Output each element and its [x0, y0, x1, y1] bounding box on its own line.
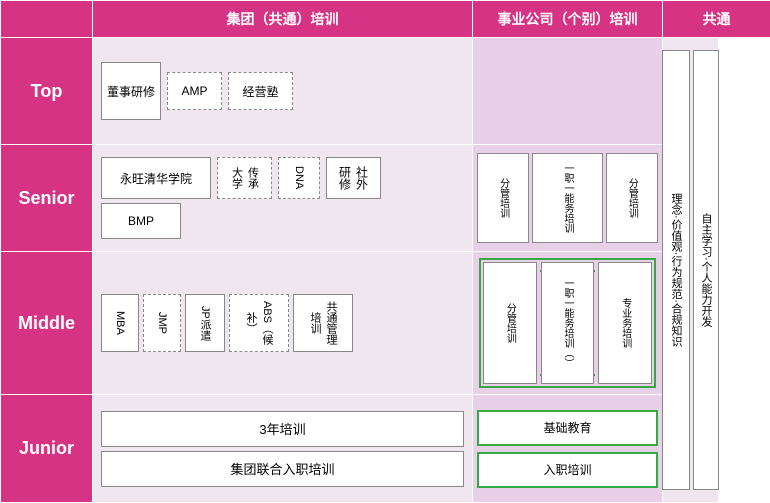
header-group-training: 集团（共通）培训 [93, 1, 473, 38]
header-label-col [1, 1, 93, 38]
top-row: Top 董事研修 AMP 经营塾 理念· [1, 38, 770, 145]
middle-biz-label-2: 一职一能务培训（） [541, 262, 595, 384]
middle-boxes: MBA JMP JP派遣 A [101, 294, 464, 352]
middle-box-jmp: JMP [143, 294, 181, 352]
senior-box-2: 传承大学 [217, 157, 272, 199]
top-box-3: 经营塾 [228, 72, 293, 110]
junior-content-cell: 3年培训 集团联合入职培训 [93, 395, 473, 503]
senior-box-1: 永旺清华学院 [101, 157, 211, 199]
junior-row: Junior 3年培训 集团联合入职培训 基础教育 入 [1, 395, 770, 503]
middle-box-mba: MBA [101, 294, 139, 352]
top-box-2: AMP [167, 72, 222, 110]
shared-main-cell: 理念·价值观·行为规范·合规知识 自主学习·个人能力开发 [663, 38, 719, 503]
middle-biz-labels: 分管培训 一职一能务培训（） 专业务培训 [483, 262, 652, 384]
shared-main-box-2: 自主学习·个人能力开发 [693, 50, 719, 490]
top-label: Top [1, 38, 93, 145]
senior-row: Senior 永旺清华学院 传承大学 [1, 145, 770, 252]
shared-col-content: 理念·价值观·行为规范·合规知识 自主学习·个人能力开发 [667, 50, 714, 490]
senior-left: 永旺清华学院 传承大学 DNA [101, 157, 464, 239]
middle-box-common: 共通管理培训 [293, 294, 353, 352]
junior-biz-box-1: 基础教育 [477, 410, 658, 446]
top-box-1: 董事研修 [101, 62, 161, 120]
senior-business-content: 分管培训 一职一能务培训 分管培训 [477, 153, 658, 243]
middle-box-abs: ABS（候补） [229, 294, 289, 352]
middle-biz-label-3: 专业务培训 [598, 262, 652, 384]
senior-box-dna: DNA [278, 157, 320, 199]
junior-label: Junior [1, 395, 93, 503]
middle-biz-label-1: 分管培训 [483, 262, 537, 384]
junior-box-2: 集团联合入职培训 [101, 451, 464, 487]
middle-box-jp: JP派遣 [185, 294, 225, 352]
senior-content-cell: 永旺清华学院 传承大学 DNA [93, 145, 473, 252]
top-boxes: 董事研修 AMP 经营塾 [101, 62, 464, 120]
junior-box-1: 3年培训 [101, 411, 464, 447]
header-shared: 共通 [663, 1, 770, 38]
middle-content-cell: MBA JMP JP派遣 A [93, 252, 473, 395]
senior-box-3: 社外研修 [326, 157, 381, 199]
junior-business-cell: 基础教育 入职培训 [473, 395, 663, 503]
top-content-cell: 董事研修 AMP 经营塾 [93, 38, 473, 145]
senior-row-bottom: BMP [101, 203, 464, 239]
middle-business-cell: 分管培训 一职一能务培训（） 专业务培训 [473, 252, 663, 395]
middle-row: Middle MBA JMP JP派遣 [1, 252, 770, 395]
senior-biz-box-3: 分管培训 [606, 153, 658, 243]
middle-label: Middle [1, 252, 93, 395]
senior-biz-box-1: 分管培训 [477, 153, 529, 243]
header-row: 集团（共通）培训 事业公司（个别）培训 共通 [1, 1, 770, 38]
top-business-cell [473, 38, 663, 145]
senior-label: Senior [1, 145, 93, 252]
senior-box-bmp: BMP [101, 203, 181, 239]
senior-business-cell: 分管培训 一职一能务培训 分管培训 [473, 145, 663, 252]
junior-boxes: 3年培训 集团联合入职培训 [101, 411, 464, 487]
header-business-training: 事业公司（个别）培训 [473, 1, 663, 38]
senior-biz-box-2: 一职一能务培训 [532, 153, 603, 243]
junior-biz-content: 基础教育 入职培训 [477, 399, 658, 498]
shared-main-box-1: 理念·价值观·行为规范·合规知识 [662, 50, 690, 490]
junior-biz-box-2: 入职培训 [477, 452, 658, 488]
senior-row-top: 永旺清华学院 传承大学 DNA [101, 157, 464, 199]
